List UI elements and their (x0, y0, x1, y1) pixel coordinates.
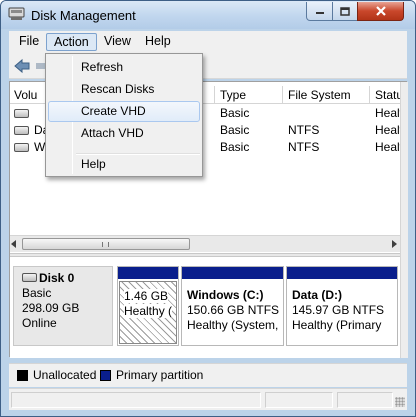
status-segment (265, 392, 333, 408)
menu-file[interactable]: File (12, 33, 46, 51)
back-arrow-icon[interactable] (13, 58, 31, 74)
volume-file-system (284, 105, 292, 122)
disk-icon (22, 273, 37, 282)
pane-splitter[interactable] (10, 253, 400, 257)
scroll-right-arrow-icon[interactable] (392, 240, 397, 248)
minimize-icon (315, 12, 324, 14)
action-dropdown-menu: Refresh Rescan Disks Create VHD Attach V… (45, 53, 203, 177)
column-header-type[interactable]: Type (216, 86, 283, 104)
status-bar (9, 388, 407, 410)
volume-drive-icon (14, 143, 29, 152)
horizontal-scrollbar[interactable] (10, 235, 400, 252)
vertical-scrollbar[interactable] (400, 82, 408, 358)
partition-size: 1.46 GB (124, 289, 169, 303)
window-title: Disk Management (31, 8, 136, 23)
maximize-icon (340, 6, 350, 16)
partition-size: 150.66 GB NTFS (187, 303, 280, 317)
partition-header-bar (118, 267, 178, 279)
partition-name: Data (D:) (292, 288, 342, 302)
volume-type: Basic (220, 123, 250, 137)
partition-header-bar (287, 267, 397, 279)
partition-body: 1.46 GB Healthy ( (119, 281, 177, 344)
menu-item-help[interactable]: Help (48, 154, 200, 175)
menu-item-rescan-disks[interactable]: Rescan Disks (48, 79, 200, 100)
title-bar[interactable]: Disk Management (1, 1, 415, 29)
menu-view[interactable]: View (97, 33, 138, 51)
menu-item-refresh[interactable]: Refresh (48, 57, 200, 78)
disk-graphical-pane: Disk 0 Basic 298.09 GB Online 1.46 GB He… (10, 258, 400, 358)
partition-status: Healthy ( (124, 304, 173, 318)
column-header-status[interactable]: Status (371, 86, 400, 104)
menu-bar: File Action View Help (9, 31, 407, 53)
partition-windows[interactable]: Windows (C:) 150.66 GB NTFS Healthy (Sys… (181, 266, 284, 346)
menu-item-attach-vhd[interactable]: Attach VHD (48, 123, 200, 144)
partition-status: Healthy (Primary (292, 318, 382, 332)
partition-data[interactable]: Data (D:) 145.97 GB NTFS Healthy (Primar… (286, 266, 398, 346)
menu-action[interactable]: Action (46, 33, 97, 51)
status-segment (337, 392, 393, 408)
partition-header-bar (182, 267, 283, 279)
legend-bar: Unallocated Primary partition (9, 363, 407, 387)
volume-status: Healtl (375, 123, 400, 137)
close-button[interactable] (357, 2, 404, 21)
legend-label-primary: Primary partition (116, 368, 204, 382)
menu-item-create-vhd[interactable]: Create VHD (48, 101, 200, 122)
disk-state: Online (22, 316, 57, 330)
menu-help[interactable]: Help (138, 33, 178, 51)
resize-grip-icon[interactable] (395, 397, 405, 407)
volume-status: Healtl (375, 140, 400, 154)
close-icon (375, 6, 386, 16)
disk-name: Disk 0 (39, 271, 75, 285)
legend-swatch-primary (100, 370, 111, 381)
partition-status: Healthy (System, (187, 318, 279, 332)
partition-body: Windows (C:) 150.66 GB NTFS Healthy (Sys… (183, 281, 282, 344)
disk-type: Basic (22, 286, 52, 300)
volume-type: Basic (220, 106, 250, 120)
volume-drive-icon (14, 126, 29, 135)
disk-size: 298.09 GB (22, 301, 80, 315)
volume-file-system: NTFS (288, 123, 320, 137)
partition-size: 145.97 GB NTFS (292, 303, 385, 317)
disk-management-app-icon (8, 7, 25, 20)
volume-file-system: NTFS (288, 140, 320, 154)
legend-swatch-unallocated (17, 370, 28, 381)
partition-name: Windows (C:) (187, 288, 264, 302)
partition-body: Data (D:) 145.97 GB NTFS Healthy (Primar… (288, 281, 396, 344)
scroll-thumb[interactable] (22, 238, 190, 250)
disk-info-box[interactable]: Disk 0 Basic 298.09 GB Online (13, 266, 113, 346)
volume-status: Healtl (375, 106, 400, 120)
minimize-button[interactable] (306, 2, 333, 21)
partition-recovery[interactable]: 1.46 GB Healthy ( (117, 266, 179, 346)
column-header-file-system[interactable]: File System (284, 86, 370, 104)
legend-label-unallocated: Unallocated (33, 368, 97, 382)
maximize-button[interactable] (332, 2, 358, 21)
scroll-grip-icon (102, 242, 109, 247)
disk-management-window: Disk Management File Action View Help Vo… (0, 0, 416, 417)
status-segment (11, 392, 261, 408)
scroll-left-arrow-icon[interactable] (11, 240, 16, 248)
volume-type: Basic (220, 140, 250, 154)
volume-drive-icon (14, 109, 29, 118)
